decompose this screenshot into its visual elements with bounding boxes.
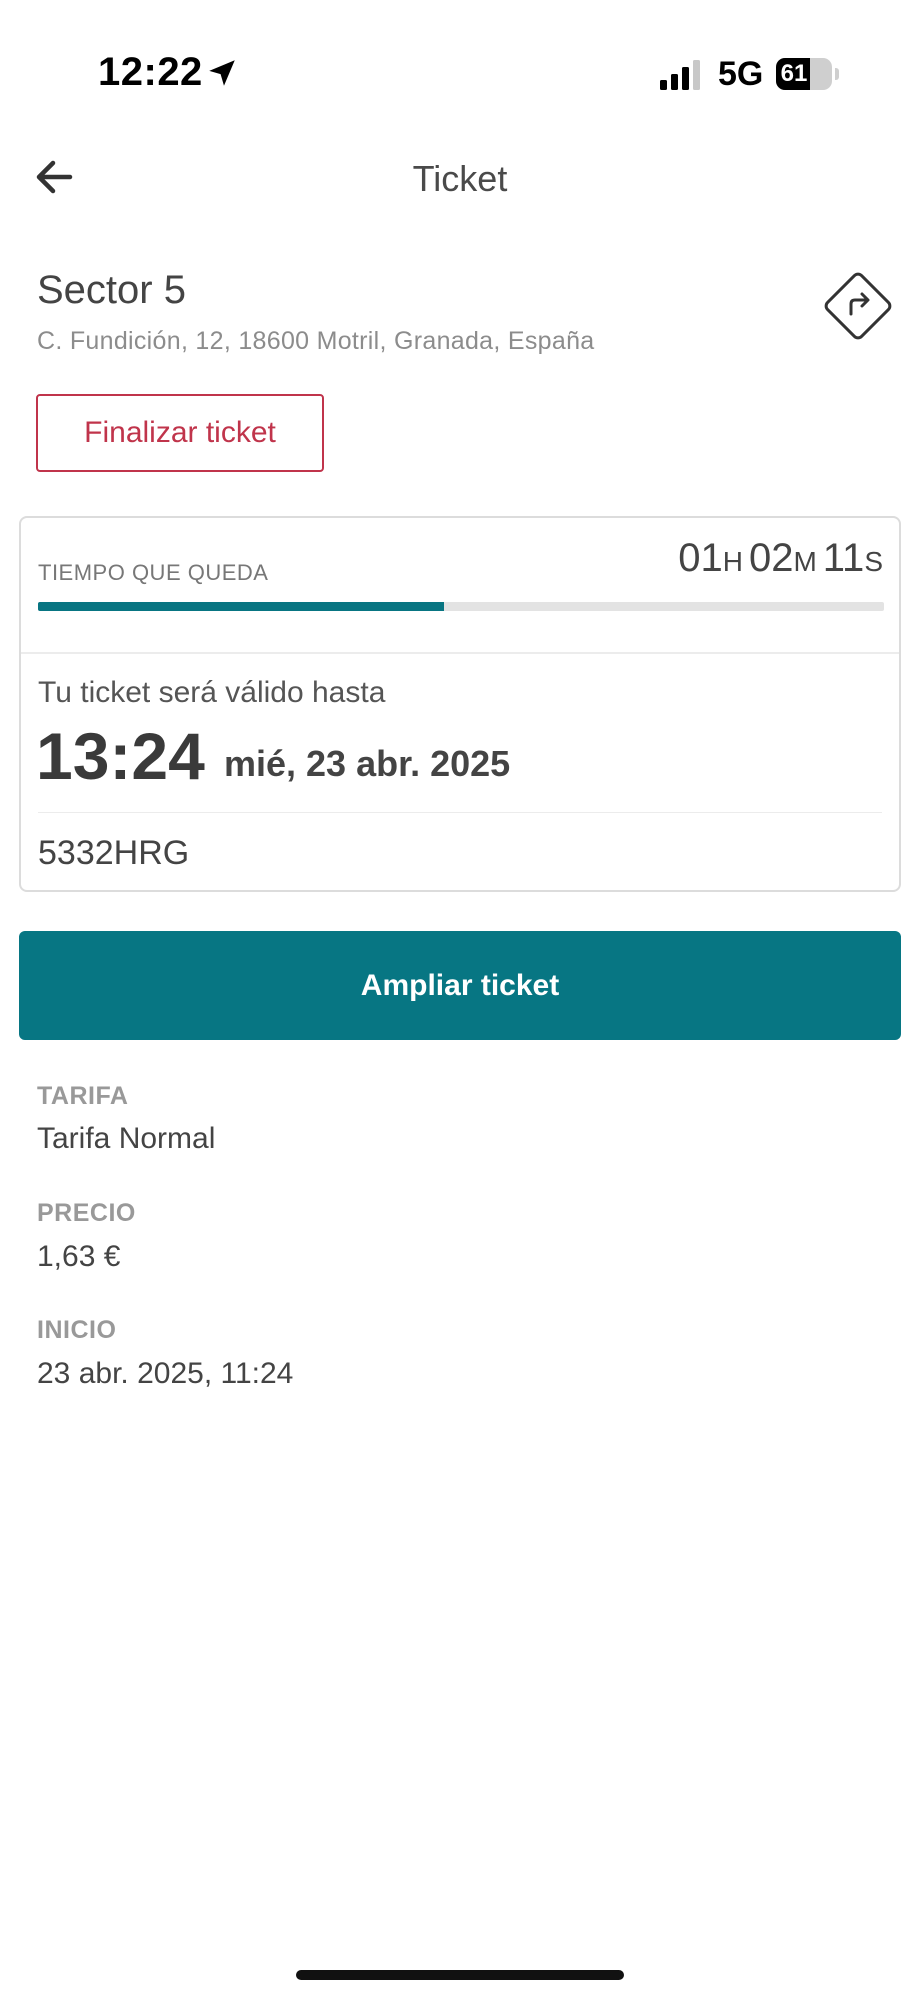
countdown-minutes-unit: M xyxy=(793,546,817,577)
battery-tip xyxy=(835,68,839,80)
status-bar: 12:22 5G 61 xyxy=(0,0,920,150)
tariff-label: TARIFA xyxy=(37,1082,129,1110)
location-arrow-icon xyxy=(209,60,235,86)
remaining-progress-fill xyxy=(38,602,445,611)
valid-until-time: 13:24 xyxy=(36,719,205,793)
start-label: INICIO xyxy=(37,1316,117,1344)
countdown-timer: 01H 02M 11S xyxy=(678,536,883,581)
location-address: C. Fundición, 12, 18600 Motril, Granada,… xyxy=(37,327,595,355)
remaining-progress-bar xyxy=(38,602,884,611)
price-value: 1,63 € xyxy=(37,1240,121,1273)
status-time: 12:22 xyxy=(98,50,203,94)
tariff-value: Tarifa Normal xyxy=(37,1122,216,1155)
card-inner-divider xyxy=(38,812,882,813)
home-indicator[interactable] xyxy=(296,1970,624,1980)
start-value: 23 abr. 2025, 11:24 xyxy=(37,1357,294,1390)
price-label: PRECIO xyxy=(37,1199,136,1227)
battery-level: 61 xyxy=(780,60,808,87)
ticket-screen: 12:22 5G 61 Ticket Sector 5 C. Fundición… xyxy=(0,0,920,2000)
location-name: Sector 5 xyxy=(37,268,186,312)
card-divider xyxy=(21,652,899,654)
countdown-seconds-unit: S xyxy=(864,546,883,577)
page-title: Ticket xyxy=(412,158,508,199)
extend-ticket-button[interactable]: Ampliar ticket xyxy=(19,931,901,1040)
valid-until-label: Tu ticket será válido hasta xyxy=(38,676,386,709)
cellular-signal-icon xyxy=(660,60,700,90)
countdown-seconds: 11 xyxy=(822,536,865,580)
license-plate: 5332HRG xyxy=(38,834,190,872)
countdown-minutes: 02 xyxy=(748,536,794,580)
countdown-hours-unit: H xyxy=(722,546,743,577)
ticket-card: TIEMPO QUE QUEDA 01H 02M 11S Tu ticket ser… xyxy=(19,516,901,892)
directions-icon[interactable] xyxy=(818,266,898,346)
finish-ticket-button[interactable]: Finalizar ticket xyxy=(36,394,324,472)
remaining-time-label: TIEMPO QUE QUEDA xyxy=(38,560,269,585)
valid-until-date: mié, 23 abr. 2025 xyxy=(224,743,511,784)
countdown-hours: 01 xyxy=(678,536,723,580)
network-label: 5G xyxy=(718,55,764,93)
battery-icon: 61 xyxy=(776,58,832,90)
